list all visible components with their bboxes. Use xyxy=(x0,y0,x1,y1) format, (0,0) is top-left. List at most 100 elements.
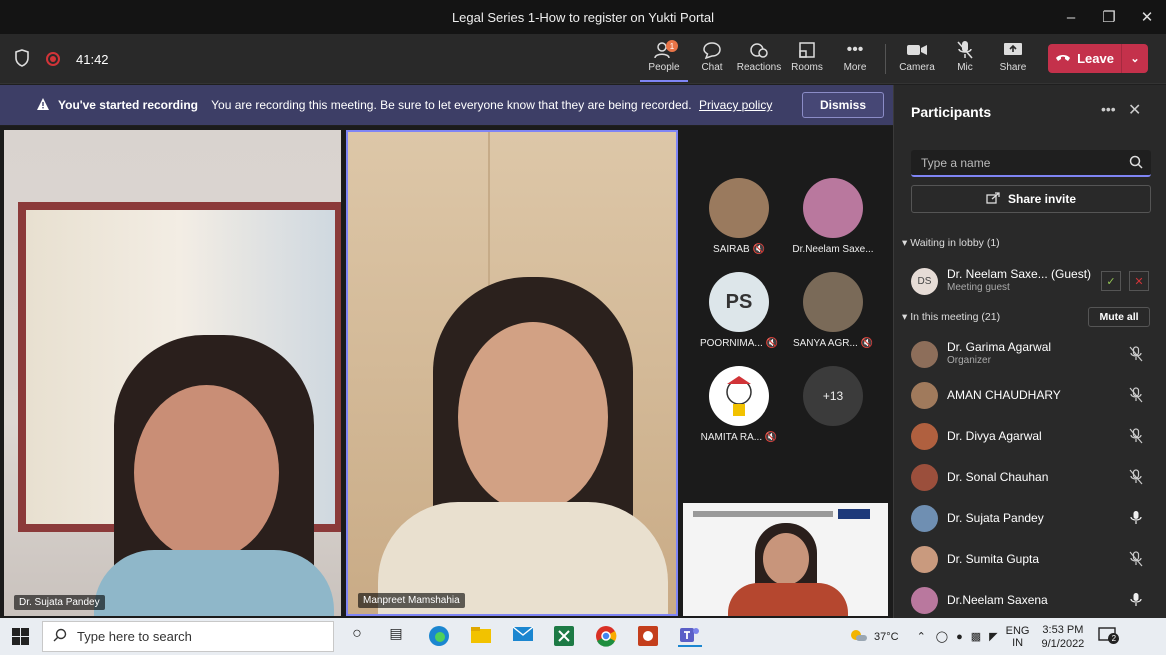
participant-name: AMAN CHAUDHARY xyxy=(947,388,1061,402)
meeting-section-header[interactable]: ▾ In this meeting (21) xyxy=(902,311,1000,323)
lobby-guest-row[interactable]: DS Dr. Neelam Saxe... (Guest) Meeting gu… xyxy=(911,263,1151,299)
tile-name: Dr.Neelam Saxe... xyxy=(792,244,874,255)
shield-icon[interactable] xyxy=(14,48,30,70)
speaker-icon[interactable]: ◤ xyxy=(989,630,997,643)
maximize-icon[interactable]: ❐ xyxy=(1090,8,1128,26)
recording-icon xyxy=(46,52,60,66)
taskbar-search-input[interactable]: Type here to search xyxy=(42,621,334,652)
share-screen-icon xyxy=(1002,38,1024,62)
reactions-label: Reactions xyxy=(736,62,782,73)
leave-main[interactable]: Leave xyxy=(1048,44,1122,73)
participant-name: Dr. Garima Agarwal xyxy=(947,340,1052,354)
chrome-icon[interactable] xyxy=(595,625,619,647)
participants-panel: Participants ••• ✕ Type a name Share inv… xyxy=(893,85,1166,618)
security-icon[interactable]: ◯ xyxy=(936,630,948,643)
edge-icon[interactable] xyxy=(428,625,452,647)
notifications-icon[interactable]: 2 xyxy=(1098,627,1120,646)
mic-off-icon xyxy=(1129,551,1143,572)
logo xyxy=(838,509,870,519)
admit-check-icon[interactable]: ✓ xyxy=(1101,271,1121,291)
avatar: PS xyxy=(709,272,769,332)
camera-button[interactable]: Camera xyxy=(893,38,941,82)
reactions-button[interactable]: Reactions xyxy=(735,38,783,82)
mic-off-icon: 🔇 xyxy=(860,338,874,349)
overflow-count: +13 xyxy=(803,366,863,426)
excel-icon[interactable] xyxy=(553,625,577,647)
rooms-label: Rooms xyxy=(791,62,823,73)
task-view-icon[interactable]: ○ xyxy=(345,625,369,647)
more-participants-tile[interactable]: +13 xyxy=(788,366,878,432)
more-options-icon[interactable]: ••• xyxy=(1101,101,1116,117)
participant-tile[interactable]: SAIRAB 🔇 xyxy=(694,178,784,255)
search-icon[interactable] xyxy=(1129,155,1143,172)
teams-icon[interactable] xyxy=(678,625,702,647)
mic-off-icon xyxy=(1129,387,1143,408)
clock[interactable]: 3:53 PM 9/1/2022 xyxy=(1041,623,1084,651)
file-explorer-icon[interactable] xyxy=(470,625,494,647)
clock-time: 3:53 PM xyxy=(1042,623,1084,636)
tile-name: SAIRAB xyxy=(713,244,750,255)
video-presenter[interactable] xyxy=(683,503,888,616)
participant-info: Dr. Divya Agarwal xyxy=(947,429,1042,443)
person-clothes xyxy=(728,583,848,616)
video-left[interactable]: Dr. Sujata Pandey xyxy=(4,130,341,616)
microphone-icon[interactable]: ● xyxy=(956,631,963,643)
deny-close-icon[interactable]: ✕ xyxy=(1129,271,1149,291)
mic-button[interactable]: Mic xyxy=(941,38,989,82)
participant-tile[interactable]: SANYA AGR... 🔇 xyxy=(788,272,878,349)
rooms-button[interactable]: Rooms xyxy=(783,38,831,82)
person-face xyxy=(134,385,279,560)
close-icon[interactable]: ✕ xyxy=(1128,8,1166,26)
more-label: More xyxy=(843,62,867,73)
lobby-section-header[interactable]: ▾ Waiting in lobby (1) xyxy=(902,237,1000,249)
mic-off-icon xyxy=(1129,428,1143,449)
toolbar-divider xyxy=(885,44,886,74)
avatar xyxy=(709,366,769,426)
participant-row[interactable]: Dr.Neelam Saxena xyxy=(911,582,1151,618)
mute-all-button[interactable]: Mute all xyxy=(1088,307,1150,327)
meeting-toolbar: 41:42 1 People Chat Reactions Rooms ••• … xyxy=(0,34,1166,84)
participant-row[interactable]: Dr. Divya Agarwal xyxy=(911,418,1151,454)
windows-start-icon[interactable] xyxy=(12,628,29,650)
avatar xyxy=(911,463,938,491)
participant-tile[interactable]: NAMITA RA... 🔇 xyxy=(694,366,784,443)
privacy-policy-link[interactable]: Privacy policy xyxy=(699,98,772,112)
powerpoint-icon[interactable] xyxy=(637,625,661,647)
participant-tile[interactable]: Dr.Neelam Saxe... xyxy=(788,178,878,255)
language-indicator[interactable]: ENG IN xyxy=(1006,625,1030,649)
camera-icon xyxy=(906,38,928,62)
participant-row[interactable]: Dr. Sumita Gupta xyxy=(911,541,1151,577)
participant-tile[interactable]: PS POORNIMA... 🔇 xyxy=(694,272,784,349)
guest-name: Dr. Neelam Saxe... (Guest) xyxy=(947,267,1092,281)
avatar xyxy=(911,545,938,573)
participant-row[interactable]: Dr. Sujata Pandey xyxy=(911,500,1151,536)
tile-name: NAMITA RA... xyxy=(700,432,763,443)
participant-search-input[interactable]: Type a name xyxy=(911,150,1151,177)
chevron-down-icon[interactable]: ⌄ xyxy=(1122,52,1148,65)
person-face xyxy=(763,533,809,585)
participant-row[interactable]: Dr. Garima Agarwal Organizer xyxy=(911,336,1151,372)
people-button[interactable]: 1 People xyxy=(640,38,688,82)
weather-temperature[interactable]: 37°C xyxy=(874,631,899,643)
more-button[interactable]: ••• More xyxy=(831,38,879,82)
close-icon[interactable]: ✕ xyxy=(1128,100,1141,120)
widgets-icon[interactable]: ▤ xyxy=(384,625,408,647)
window-title: Legal Series 1-How to register on Yukti … xyxy=(451,9,715,25)
dismiss-button[interactable]: Dismiss xyxy=(802,92,884,118)
chevron-up-icon[interactable]: ⌃ xyxy=(917,630,926,643)
share-invite-button[interactable]: Share invite xyxy=(911,185,1151,213)
avatar xyxy=(911,586,938,614)
participant-info: Dr. Sonal Chauhan xyxy=(947,470,1048,484)
share-button[interactable]: Share xyxy=(989,38,1037,82)
network-icon[interactable]: ▩ xyxy=(971,630,981,643)
region-label: IN xyxy=(1012,636,1024,649)
video-center[interactable]: Manpreet Mamshahia xyxy=(346,130,678,616)
participant-row[interactable]: AMAN CHAUDHARY xyxy=(911,377,1151,413)
mic-off-icon: 🔇 xyxy=(764,432,778,443)
mail-icon[interactable] xyxy=(512,625,536,647)
leave-button[interactable]: Leave ⌄ xyxy=(1048,44,1148,73)
avatar xyxy=(911,504,938,532)
chat-button[interactable]: Chat xyxy=(688,38,736,82)
minimize-icon[interactable]: – xyxy=(1052,9,1090,26)
participant-row[interactable]: Dr. Sonal Chauhan xyxy=(911,459,1151,495)
